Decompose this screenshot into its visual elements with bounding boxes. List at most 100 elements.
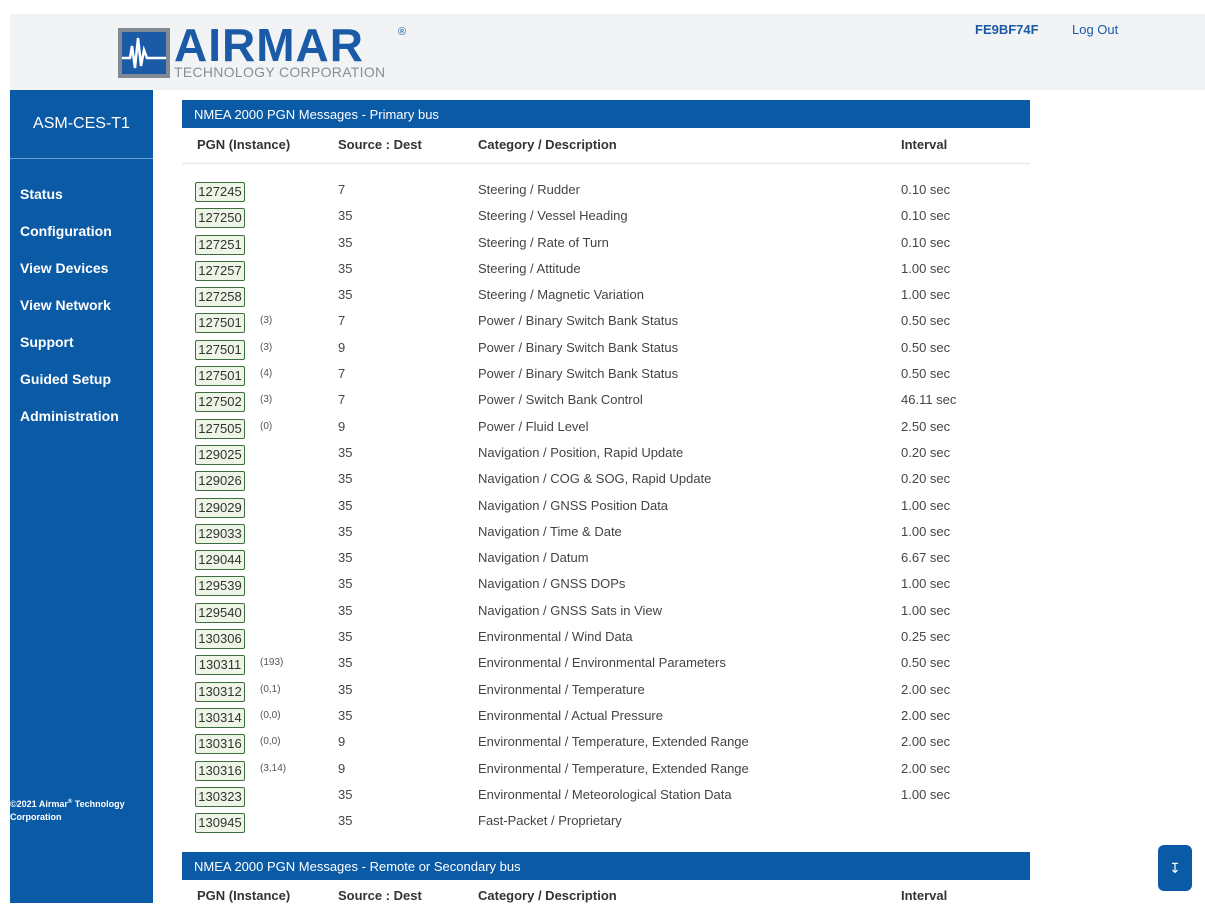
col-pgn: PGN (Instance) [197, 137, 291, 152]
pgn-button[interactable]: 129025 [195, 444, 245, 465]
pgn-button[interactable]: 127501 [195, 366, 245, 387]
pgn-interval: 2.00 sec [901, 760, 951, 776]
pgn-button[interactable]: 127257 [195, 260, 245, 281]
table-row: 127502 (3) 7 Power / Switch Bank Control 46.… [182, 387, 1030, 413]
primary-pgn-table: 127245 7 Steering / Rudder 0.10 sec 127250 3… [182, 177, 1030, 834]
pgn-button[interactable]: 127250 [195, 208, 245, 229]
pgn-source: 35 [338, 550, 353, 566]
pgn-instance: (3) [260, 394, 273, 406]
primary-column-headers: PGN (Instance) Source : Dest Category / … [182, 128, 1030, 160]
pgn-button[interactable]: 130316 [195, 734, 245, 755]
table-row: 129540 35 Navigation / GNSS Sats in View 1.… [182, 598, 1030, 624]
pgn-button[interactable]: 129033 [195, 523, 245, 544]
pgn-interval: 1.00 sec [901, 576, 951, 592]
pgn-source: 35 [338, 629, 353, 645]
pgn-button[interactable]: 127258 [195, 287, 245, 308]
pgn-source: 9 [338, 760, 346, 776]
pgn-source: 35 [338, 208, 353, 224]
table-row: 130311 (193) 35 Environmental / Environment… [182, 650, 1030, 676]
pgn-button[interactable]: 130316 [195, 760, 245, 781]
sidebar-item-support[interactable]: Support [20, 334, 119, 371]
pgn-source: 35 [338, 786, 353, 802]
pgn-button[interactable]: 127501 [195, 339, 245, 360]
pgn-interval: 0.20 sec [901, 471, 951, 487]
pgn-interval: 1.00 sec [901, 786, 951, 802]
pgn-instance: (0) [260, 420, 273, 432]
primary-bus-header: NMEA 2000 PGN Messages - Primary bus [182, 100, 1030, 128]
pgn-button[interactable]: 130311 [195, 655, 245, 676]
table-row: 127251 35 Steering / Rate of Turn 0.10 sec [182, 230, 1030, 256]
pgn-instance: (3) [260, 341, 273, 353]
pgn-source: 35 [338, 602, 353, 618]
pgn-button[interactable]: 129029 [195, 497, 245, 518]
table-row: 127501 (4) 7 Power / Binary Switch Bank Sta… [182, 361, 1030, 387]
pgn-source: 7 [338, 366, 346, 382]
col-interval: Interval [901, 888, 948, 903]
pgn-button[interactable]: 127251 [195, 234, 245, 255]
pgn-button[interactable]: 130306 [195, 629, 245, 650]
pgn-source: 35 [338, 681, 353, 697]
pgn-interval: 46.11 sec [901, 392, 957, 408]
pgn-description: Navigation / GNSS Sats in View [478, 602, 663, 618]
pgn-instance: (0,0) [260, 736, 281, 748]
sidebar-item-view-network[interactable]: View Network [20, 297, 119, 334]
device-id: FE9BF74F [975, 22, 1039, 37]
pgn-interval: 2.00 sec [901, 734, 951, 750]
pgn-interval: 1.00 sec [901, 602, 951, 618]
pgn-interval: 0.50 sec [901, 339, 951, 355]
pgn-source: 35 [338, 576, 353, 592]
logo-subtitle: TECHNOLOGY CORPORATION [174, 64, 386, 80]
pgn-button[interactable]: 127502 [195, 392, 245, 413]
pgn-button[interactable]: 129539 [195, 576, 245, 597]
pgn-description: Power / Fluid Level [478, 418, 589, 434]
pgn-interval: 1.00 sec [901, 523, 951, 539]
pgn-button[interactable]: 129026 [195, 471, 245, 492]
table-row: 130312 (0,1) 35 Environmental / Temperature… [182, 677, 1030, 703]
table-row: 127501 (3) 9 Power / Binary Switch Bank Sta… [182, 335, 1030, 361]
pgn-description: Environmental / Temperature, Extended Ra… [478, 734, 749, 750]
copyright: ©2021 Airmar® Technology Corporation [10, 796, 150, 824]
pgn-button[interactable]: 127505 [195, 418, 245, 439]
pgn-interval: 0.20 sec [901, 444, 951, 460]
sidebar-item-view-devices[interactable]: View Devices [20, 260, 119, 297]
col-source: Source : Dest [338, 888, 422, 903]
pgn-description: Navigation / COG & SOG, Rapid Update [478, 471, 712, 487]
table-row: 130306 35 Environmental / Wind Data 0.25 se… [182, 624, 1030, 650]
pgn-interval: 0.25 sec [901, 629, 951, 645]
unit-name: ASM-CES-T1 [10, 90, 153, 159]
col-interval: Interval [901, 137, 948, 152]
airmar-logo: AIRMAR ® TECHNOLOGY CORPORATION [118, 19, 418, 84]
secondary-bus-header: NMEA 2000 PGN Messages - Remote or Secon… [182, 852, 1030, 880]
pgn-source: 35 [338, 234, 353, 250]
sidebar-item-configuration[interactable]: Configuration [20, 223, 119, 260]
table-row: 129029 35 Navigation / GNSS Position Data 1… [182, 493, 1030, 519]
sidebar-item-guided-setup[interactable]: Guided Setup [20, 371, 119, 408]
pgn-description: Environmental / Meteorological Station D… [478, 786, 732, 802]
airmar-logo-icon [118, 28, 170, 78]
table-row: 130314 (0,0) 35 Environmental / Actual Pres… [182, 703, 1030, 729]
pgn-button[interactable]: 127245 [195, 182, 245, 202]
sidebar: ASM-CES-T1 Status Configuration View Dev… [10, 90, 153, 903]
pgn-interval: 2.00 sec [901, 681, 951, 697]
sidebar-item-administration[interactable]: Administration [20, 408, 119, 445]
pgn-button[interactable]: 129540 [195, 602, 245, 623]
sidebar-nav: Status Configuration View Devices View N… [20, 186, 119, 445]
pgn-instance: (0,1) [260, 683, 281, 695]
pgn-interval: 0.10 sec [901, 208, 951, 224]
pgn-source: 35 [338, 523, 353, 539]
pgn-source: 7 [338, 392, 346, 408]
pgn-button[interactable]: 130323 [195, 786, 245, 807]
logout-link[interactable]: Log Out [1072, 22, 1118, 37]
pgn-button[interactable]: 130945 [195, 813, 245, 834]
pgn-instance: (0,0) [260, 709, 281, 721]
pgn-button[interactable]: 130314 [195, 707, 245, 728]
pgn-source: 9 [338, 339, 346, 355]
pgn-button[interactable]: 127501 [195, 313, 245, 334]
pgn-button[interactable]: 130312 [195, 681, 245, 702]
pgn-source: 35 [338, 655, 353, 671]
scroll-to-bottom-button[interactable]: ↧ [1158, 845, 1192, 891]
pgn-description: Steering / Rudder [478, 182, 580, 197]
sidebar-item-status[interactable]: Status [20, 186, 119, 223]
pgn-button[interactable]: 129044 [195, 550, 245, 571]
pgn-description: Power / Binary Switch Bank Status [478, 339, 679, 355]
